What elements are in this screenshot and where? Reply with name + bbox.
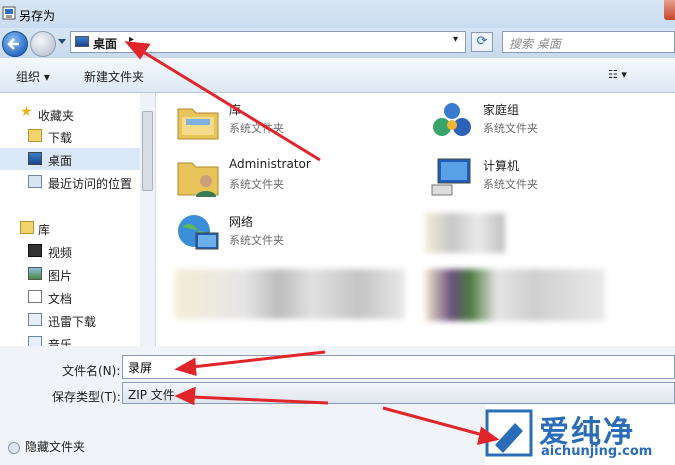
address-dropdown-icon[interactable]: ▾ bbox=[453, 34, 458, 45]
search-placeholder: 搜索 桌面 bbox=[509, 37, 561, 51]
file-name: Administrator bbox=[229, 157, 311, 171]
sidebar-item-label: 视频 bbox=[48, 246, 73, 260]
sidebar-item-pictures[interactable]: 图片 bbox=[0, 263, 140, 285]
file-item-network[interactable]: 网络 系统文件夹 bbox=[160, 207, 400, 261]
sidebar-item-label: 图片 bbox=[48, 269, 73, 283]
user-folder-icon bbox=[177, 162, 219, 197]
address-bar[interactable]: 桌面 ▸ ▾ bbox=[70, 31, 466, 53]
filename-input[interactable] bbox=[122, 355, 675, 379]
sidebar-item-recent[interactable]: 最近访问的位置 bbox=[0, 171, 140, 193]
title-bar: 另存为 bbox=[0, 0, 675, 28]
sidebar-item-libraries[interactable]: 库 bbox=[0, 217, 140, 239]
music-icon bbox=[28, 336, 42, 346]
new-folder-button[interactable]: 新建文件夹 bbox=[84, 68, 144, 85]
sidebar-item-desktop[interactable]: 桌面 bbox=[0, 148, 140, 170]
filename-label: 文件名(N): bbox=[62, 364, 121, 378]
sidebar-item-downloads[interactable]: 下载 bbox=[0, 125, 140, 147]
watermark: 爱纯净 aichunjing.com bbox=[485, 405, 675, 465]
sidebar-item-favorites[interactable]: ★ 收藏夹 bbox=[0, 103, 140, 125]
download-folder-icon bbox=[28, 129, 42, 142]
sidebar-item-music[interactable]: 音乐 bbox=[0, 332, 140, 346]
filetype-value: ZIP 文件 bbox=[128, 388, 175, 402]
blurred-file-item bbox=[175, 269, 405, 319]
history-dropdown-icon[interactable] bbox=[58, 39, 66, 45]
chevron-up-icon bbox=[8, 441, 20, 454]
back-button[interactable] bbox=[2, 31, 28, 57]
file-item-homegroup[interactable]: 家庭组 系统文件夹 bbox=[414, 95, 654, 149]
sidebar-item-label: 库 bbox=[38, 223, 51, 237]
sidebar-item-thunder[interactable]: 迅雷下载 bbox=[0, 309, 140, 331]
file-name: 计算机 bbox=[483, 159, 520, 173]
recent-places-icon bbox=[28, 175, 42, 188]
hide-folders-label: 隐藏文件夹 bbox=[25, 440, 86, 454]
sidebar-item-label: 桌面 bbox=[48, 154, 73, 168]
video-icon bbox=[28, 244, 42, 257]
navigation-pane: ★ 收藏夹 下载 桌面 最近访问的位置 库 视频 图片 文档 迅雷下载 音乐 bbox=[0, 93, 156, 346]
refresh-button[interactable]: ⟳ bbox=[471, 32, 493, 52]
sidebar-scrollbar[interactable] bbox=[140, 93, 155, 346]
file-name: 网络 bbox=[229, 215, 254, 229]
homegroup-icon bbox=[433, 103, 471, 136]
file-item-computer[interactable]: 计算机 系统文件夹 bbox=[414, 151, 654, 205]
file-type: 系统文件夹 bbox=[483, 178, 538, 191]
sidebar-item-documents[interactable]: 文档 bbox=[0, 286, 140, 308]
desktop-icon bbox=[28, 152, 42, 165]
sidebar-item-label: 收藏夹 bbox=[38, 109, 75, 123]
thunder-download-icon bbox=[28, 313, 42, 326]
picture-icon bbox=[28, 267, 42, 280]
file-item-libraries[interactable]: 库 系统文件夹 bbox=[160, 95, 400, 149]
hide-folders-toggle[interactable]: 隐藏文件夹 bbox=[8, 438, 85, 455]
sidebar-item-label: 下载 bbox=[48, 131, 73, 145]
forward-button[interactable] bbox=[30, 31, 56, 57]
sidebar-item-videos[interactable]: 视频 bbox=[0, 240, 140, 262]
file-name: 库 bbox=[229, 103, 242, 117]
filetype-label: 保存类型(T): bbox=[52, 390, 121, 404]
document-icon bbox=[28, 290, 42, 303]
blurred-file-item bbox=[425, 213, 505, 253]
network-icon bbox=[178, 215, 219, 250]
close-button[interactable] bbox=[664, 0, 675, 20]
file-list: 库 系统文件夹 家庭组 系统文件夹 Administrator 系统文件夹 计算… bbox=[160, 93, 675, 346]
organize-button[interactable]: 组织 ▾ bbox=[16, 68, 50, 85]
back-arrow-icon bbox=[7, 38, 19, 50]
library-folder-icon bbox=[177, 108, 219, 140]
address-row: 桌面 ▸ ▾ ⟳ 搜索 桌面 bbox=[0, 28, 675, 58]
save-dialog-icon bbox=[2, 6, 16, 20]
scrollbar-thumb[interactable] bbox=[142, 111, 153, 191]
desktop-icon bbox=[75, 36, 89, 47]
sidebar-item-label: 文档 bbox=[48, 292, 73, 306]
sidebar-item-label: 音乐 bbox=[48, 338, 73, 346]
file-type: 系统文件夹 bbox=[483, 122, 538, 135]
file-name: 家庭组 bbox=[483, 103, 520, 117]
toolbar: 组织 ▾ 新建文件夹 ☷ ▾ bbox=[0, 58, 675, 93]
watermark-url: aichunjing.com bbox=[541, 444, 653, 459]
file-item-administrator[interactable]: Administrator 系统文件夹 bbox=[160, 151, 400, 205]
view-options-button[interactable]: ☷ ▾ bbox=[608, 68, 627, 81]
address-current-location[interactable]: 桌面 bbox=[93, 35, 117, 52]
window-title: 另存为 bbox=[19, 9, 56, 23]
library-icon bbox=[20, 221, 34, 234]
search-input[interactable]: 搜索 桌面 bbox=[502, 31, 675, 53]
star-icon: ★ bbox=[20, 104, 33, 120]
watermark-logo bbox=[485, 409, 533, 457]
filetype-select[interactable]: ZIP 文件 bbox=[122, 382, 675, 404]
blurred-file-item bbox=[425, 269, 605, 321]
breadcrumb-chevron-icon[interactable]: ▸ bbox=[129, 34, 134, 45]
file-type: 系统文件夹 bbox=[229, 178, 284, 191]
computer-icon bbox=[431, 158, 471, 196]
sidebar-item-label: 迅雷下载 bbox=[48, 315, 97, 329]
file-type: 系统文件夹 bbox=[229, 234, 284, 247]
file-type: 系统文件夹 bbox=[229, 122, 284, 135]
sidebar-item-label: 最近访问的位置 bbox=[48, 177, 133, 191]
